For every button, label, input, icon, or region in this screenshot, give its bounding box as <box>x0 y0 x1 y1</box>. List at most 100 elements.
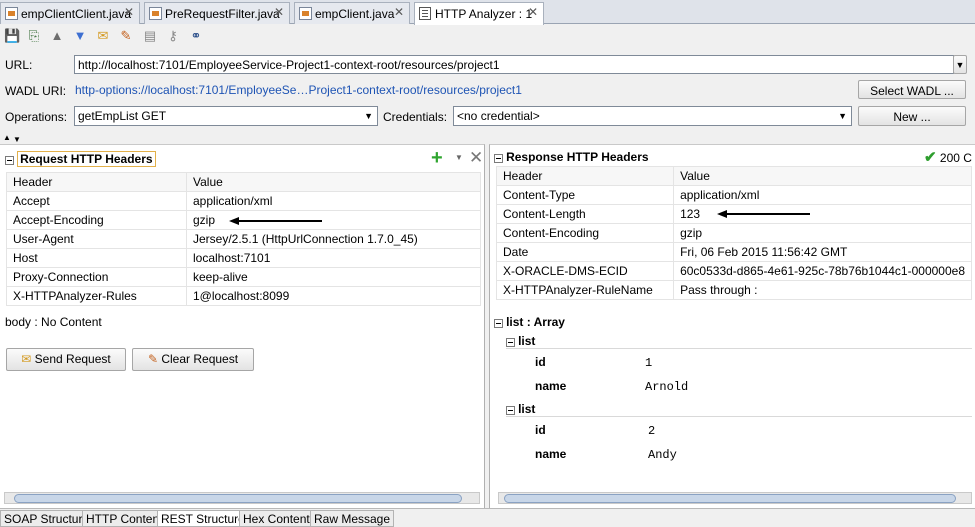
close-icon[interactable]: ✕ <box>528 5 538 19</box>
value-cell: application/xml <box>186 191 481 211</box>
header-cell: Proxy-Connection <box>6 267 187 287</box>
table-row[interactable]: Host localhost:7101 <box>6 248 481 268</box>
header-cell: Accept-Encoding <box>6 210 187 230</box>
save-icon[interactable]: 💾 <box>4 28 20 44</box>
operations-select[interactable]: getEmpList GET ▼ <box>74 106 378 126</box>
table-row[interactable]: Proxy-Connection keep-alive <box>6 267 481 287</box>
up-arrow-icon[interactable]: ▲ <box>49 28 65 44</box>
column-header[interactable]: Value <box>673 166 972 186</box>
header-cell: Date <box>495 242 675 262</box>
chevron-down-icon: ▼ <box>838 111 847 121</box>
collapse-icon[interactable] <box>494 153 503 163</box>
list-node[interactable]: list <box>506 334 972 349</box>
field-value: Andy <box>648 448 677 462</box>
add-header-icon[interactable]: + <box>431 147 443 170</box>
chevron-down-icon[interactable]: ▼ <box>455 153 463 162</box>
tab-http-analyzer[interactable]: HTTP Analyzer : 1 ✕ <box>414 2 544 25</box>
header-cell: X-ORACLE-DMS-ECID <box>495 261 675 281</box>
header-cell: Host <box>6 248 187 268</box>
table-row[interactable]: X-HTTPAnalyzer-RuleName Pass through : <box>495 280 972 300</box>
list-title: list <box>518 334 536 348</box>
wadl-label: WADL URI: <box>5 84 67 98</box>
envelope-icon: ✉ <box>21 352 32 366</box>
url-label: URL: <box>5 58 33 72</box>
field-label: name <box>535 447 567 461</box>
horizontal-scrollbar[interactable] <box>4 492 480 504</box>
new-credential-button[interactable]: New ... <box>858 106 966 126</box>
structure-tab-bar: SOAP Structure HTTP Content REST Structu… <box>0 508 975 527</box>
credentials-select[interactable]: <no credential> ▼ <box>453 106 852 126</box>
select-wadl-button[interactable]: Select WADL ... <box>858 80 966 99</box>
table-row[interactable]: Date Fri, 06 Feb 2015 11:56:42 GMT <box>495 242 972 262</box>
column-header[interactable]: Value <box>186 172 481 192</box>
wadl-link[interactable]: http-options://localhost:7101/EmployeeSe… <box>75 83 522 97</box>
document-search-icon[interactable]: ▤ <box>142 28 158 44</box>
toolbar: 💾 ⎘ ▲ ▼ ✉ ✎ ▤ ⚷ ⚭ <box>0 25 975 47</box>
annotation-arrow-line <box>238 220 322 222</box>
binoculars-icon[interactable]: ⚭ <box>188 28 204 44</box>
collapse-icon[interactable] <box>5 155 14 165</box>
tab-label: PreRequestFilter.java <box>165 7 280 21</box>
table-row[interactable]: Accept application/xml <box>6 191 481 211</box>
tab-hex-content[interactable]: Hex Content <box>239 510 314 527</box>
scrollbar-thumb[interactable] <box>504 494 956 503</box>
collapse-icon[interactable] <box>506 405 515 415</box>
collapse-up-icon[interactable]: ▲ <box>3 133 11 142</box>
tab-rest-structure[interactable]: REST Structure <box>157 510 249 527</box>
table-row[interactable]: X-ORACLE-DMS-ECID 60c0533d-d865-4e61-925c… <box>495 261 972 281</box>
tab-empclientclient[interactable]: empClientClient.java ✕ <box>0 2 140 24</box>
eraser-icon: ✎ <box>147 352 158 366</box>
delete-header-icon[interactable]: ✕ <box>469 148 483 168</box>
tab-soap-structure[interactable]: SOAP Structure <box>0 510 94 527</box>
table-header-row: Header Value <box>495 166 972 186</box>
horizontal-scrollbar[interactable] <box>498 492 972 504</box>
url-input[interactable]: http://localhost:7101/EmployeeService-Pr… <box>74 55 954 74</box>
envelope-icon[interactable]: ✉ <box>95 28 111 44</box>
editor-tab-bar: empClientClient.java ✕ PreRequestFilter.… <box>0 0 975 25</box>
splitter[interactable]: ▲ ▼ <box>0 133 975 144</box>
close-icon[interactable]: ✕ <box>124 5 134 19</box>
column-header[interactable]: Header <box>495 166 675 186</box>
value-cell: application/xml <box>673 185 972 205</box>
tab-empclient[interactable]: empClient.java ✕ <box>294 2 410 24</box>
credentials-label: Credentials: <box>383 110 448 124</box>
collapse-icon[interactable] <box>494 318 503 328</box>
table-header-row: Header Value <box>6 172 481 192</box>
operations-value: getEmpList GET <box>78 109 167 123</box>
expand-down-icon[interactable]: ▼ <box>13 135 21 144</box>
collapse-icon[interactable] <box>506 337 515 347</box>
field-label: name <box>535 379 567 393</box>
field-value: Arnold <box>645 380 689 394</box>
array-title: list : Array <box>506 315 565 329</box>
column-header[interactable]: Header <box>6 172 187 192</box>
key-icon[interactable]: ⚷ <box>165 28 181 44</box>
tab-prerequestfilter[interactable]: PreRequestFilter.java ✕ <box>144 2 290 24</box>
copy-icon[interactable]: ⎘ <box>26 28 42 44</box>
scrollbar-thumb[interactable] <box>14 494 462 503</box>
close-icon[interactable]: ✕ <box>394 5 404 19</box>
send-request-button[interactable]: ✉ Send Request <box>6 348 126 371</box>
field-value: 1 <box>645 356 653 370</box>
java-file-icon <box>299 7 312 20</box>
clear-request-button[interactable]: ✎ Clear Request <box>132 348 254 371</box>
table-row[interactable]: User-Agent Jersey/2.5.1 (HttpUrlConnectio… <box>6 229 481 249</box>
array-node[interactable]: list : Array <box>494 315 565 329</box>
send-request-label: Send Request <box>34 352 111 366</box>
value-cell: 60c0533d-d865-4e61-925c-78b76b1044c1-000… <box>673 261 972 281</box>
header-cell: Content-Length <box>495 204 675 224</box>
credentials-value: <no credential> <box>457 109 540 123</box>
tab-http-content[interactable]: HTTP Content <box>82 510 167 527</box>
table-row[interactable]: X-HTTPAnalyzer-Rules 1@localhost:8099 <box>6 286 481 306</box>
chevron-down-icon: ▼ <box>364 111 373 121</box>
close-icon[interactable]: ✕ <box>274 5 284 19</box>
request-panel: Request HTTP Headers + ▼ ✕ Header Value … <box>0 144 485 508</box>
table-row[interactable]: Content-Type application/xml <box>495 185 972 205</box>
table-row[interactable]: Content-Encoding gzip <box>495 223 972 243</box>
header-cell: Content-Encoding <box>495 223 675 243</box>
eraser-icon[interactable]: ✎ <box>118 28 134 44</box>
list-node[interactable]: list <box>506 402 972 417</box>
list-title: list <box>518 402 536 416</box>
url-history-dropdown[interactable]: ▼ <box>953 55 967 74</box>
down-arrow-icon[interactable]: ▼ <box>72 28 88 44</box>
tab-raw-message[interactable]: Raw Message <box>310 510 395 527</box>
